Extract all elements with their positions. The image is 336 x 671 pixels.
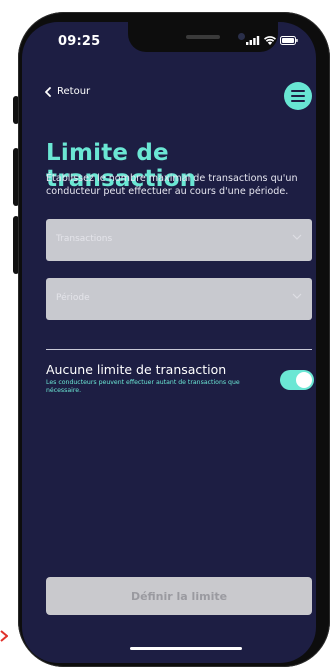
home-indicator: [130, 647, 242, 650]
set-limit-button[interactable]: Définir la limite: [46, 577, 312, 615]
red-mark: [0, 630, 8, 642]
status-time: 09:25: [58, 34, 101, 49]
no-limit-title: Aucune limite de transaction: [46, 362, 227, 377]
period-placeholder: Période: [56, 293, 90, 303]
status-icons: [246, 36, 298, 45]
transactions-select[interactable]: Transactions: [46, 219, 312, 261]
back-label: Retour: [57, 86, 91, 97]
chevron-down-icon: [292, 234, 302, 240]
back-button[interactable]: Retour: [44, 86, 90, 97]
app-screen: 09:25 Retour Limite de transaction Établ…: [22, 22, 316, 663]
menu-button[interactable]: [284, 82, 312, 110]
signal-icon: [246, 36, 260, 45]
no-limit-toggle[interactable]: [280, 370, 314, 390]
period-select[interactable]: Période: [46, 278, 312, 320]
page-subtitle: Établissez le nombre maximal de transact…: [46, 173, 298, 197]
toggle-knob: [296, 372, 312, 388]
chevron-left-icon: [45, 86, 51, 97]
wifi-icon: [264, 36, 276, 45]
divider: [46, 349, 312, 350]
speaker: [186, 35, 220, 39]
battery-icon: [280, 36, 298, 45]
chevron-down-icon: [292, 293, 302, 299]
no-limit-description: Les conducteurs peuvent effectuer autant…: [46, 379, 240, 394]
transactions-placeholder: Transactions: [56, 234, 113, 244]
camera: [238, 33, 245, 40]
hamburger-icon: [291, 90, 305, 102]
